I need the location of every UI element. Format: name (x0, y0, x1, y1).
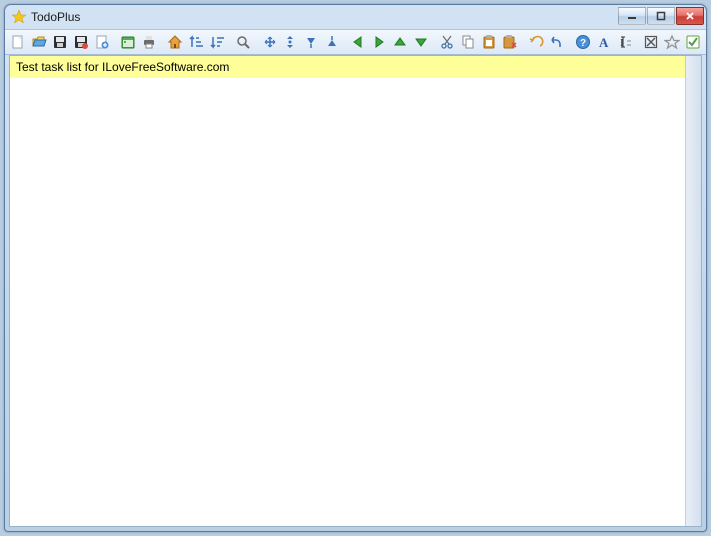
print-button[interactable] (139, 32, 158, 52)
home-button[interactable] (166, 32, 185, 52)
move-down-button[interactable] (411, 32, 430, 52)
collapse-all-button[interactable] (281, 32, 300, 52)
delete-button[interactable] (642, 32, 661, 52)
minimize-button[interactable] (618, 7, 646, 25)
copy-button[interactable] (458, 32, 477, 52)
window-controls (618, 7, 704, 25)
maximize-button[interactable] (647, 7, 675, 25)
expand-all-button[interactable] (260, 32, 279, 52)
save-as-button[interactable] (71, 32, 90, 52)
open-button[interactable] (30, 32, 49, 52)
task-row[interactable]: Test task list for ILoveFreeSoftware.com (10, 56, 701, 78)
save-button[interactable] (51, 32, 70, 52)
new-button[interactable] (9, 32, 28, 52)
vertical-scrollbar[interactable] (685, 56, 701, 526)
paste-button[interactable] (479, 32, 498, 52)
redo-button[interactable] (547, 32, 566, 52)
check-button[interactable] (683, 32, 702, 52)
export-button[interactable] (92, 32, 111, 52)
app-icon (11, 9, 27, 25)
collapse-button[interactable] (323, 32, 342, 52)
back-button[interactable] (349, 32, 368, 52)
close-button[interactable] (676, 7, 704, 25)
sort-asc-button[interactable] (187, 32, 206, 52)
calendar-button[interactable] (119, 32, 138, 52)
svg-text:?: ? (580, 38, 586, 49)
find-button[interactable] (234, 32, 253, 52)
cut-button[interactable] (438, 32, 457, 52)
forward-button[interactable] (370, 32, 389, 52)
rename-button[interactable]: I (615, 32, 634, 52)
app-window: TodoPlus (4, 4, 707, 532)
expand-button[interactable] (302, 32, 321, 52)
move-up-button[interactable] (390, 32, 409, 52)
svg-text:A: A (599, 35, 609, 50)
task-text: Test task list for ILoveFreeSoftware.com (16, 60, 229, 74)
star-button[interactable] (662, 32, 681, 52)
help-button[interactable]: ? (574, 32, 593, 52)
titlebar[interactable]: TodoPlus (5, 5, 706, 29)
paste-special-button[interactable] (500, 32, 519, 52)
font-button[interactable]: A (594, 32, 613, 52)
toolbar: ? A I (5, 29, 706, 55)
undo-button[interactable] (526, 32, 545, 52)
task-list-area[interactable]: Test task list for ILoveFreeSoftware.com (9, 55, 702, 527)
sort-desc-button[interactable] (207, 32, 226, 52)
window-title: TodoPlus (31, 10, 618, 24)
